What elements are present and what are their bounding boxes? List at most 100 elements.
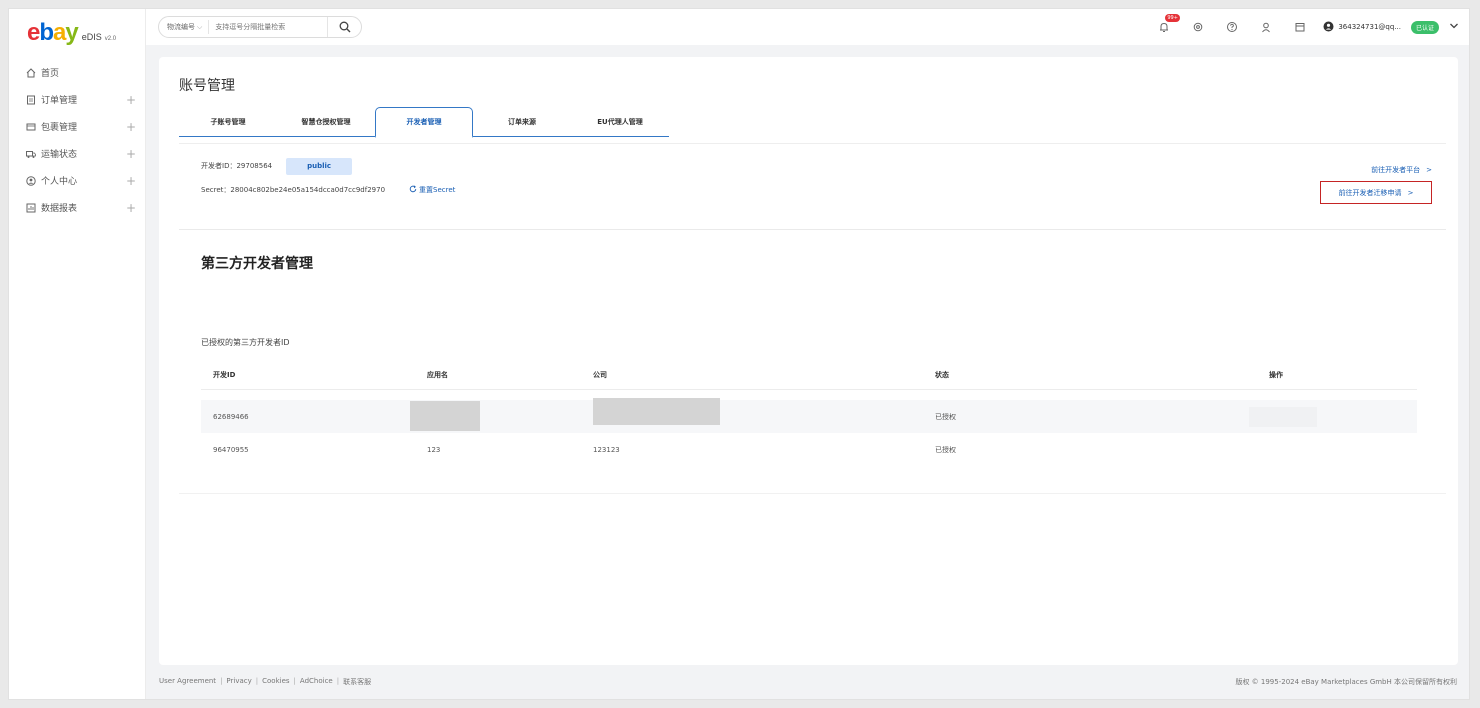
- sidebar-item-label: 数据报表: [41, 204, 78, 214]
- app-frame: ebay eDIS v2.0 首页 订单管理 + 包裹管理 + 运输状态 + 个…: [8, 8, 1470, 700]
- sidebar-item-packages[interactable]: 包裹管理 +: [9, 113, 146, 140]
- section-divider: [179, 229, 1446, 230]
- search-icon[interactable]: [327, 17, 361, 37]
- table-row: 62689466 已授权: [201, 398, 1417, 433]
- sidebar-item-profile[interactable]: 个人中心 +: [9, 167, 146, 194]
- reset-secret-button[interactable]: 重置Secret: [409, 185, 455, 195]
- home-icon: [25, 67, 37, 79]
- footer-separator: |: [336, 677, 340, 685]
- cell-id: 96470955: [213, 445, 249, 454]
- chevron-right-icon: >: [1407, 188, 1414, 197]
- truck-icon: [25, 148, 37, 160]
- top-actions: 99+ 364324731@qq... 已认证: [1147, 14, 1459, 38]
- column-header-action: 操作: [1269, 370, 1283, 379]
- search-type-select[interactable]: 物流编号 ⌵: [159, 20, 210, 34]
- footer-link-cookies[interactable]: Cookies: [262, 677, 289, 687]
- chevron-down-icon[interactable]: [1449, 21, 1459, 33]
- footer-separator: |: [293, 677, 296, 685]
- sidebar-item-home[interactable]: 首页: [9, 59, 146, 86]
- settings-icon[interactable]: [1181, 16, 1215, 38]
- footer-separator: |: [255, 677, 259, 685]
- verified-badge: 已认证: [1410, 20, 1439, 34]
- expand-icon[interactable]: +: [126, 93, 136, 107]
- user-name: 364324731@qq...: [1338, 23, 1401, 31]
- cell-id: 62689466: [213, 412, 249, 421]
- developer-id-value: 29708564: [236, 162, 273, 170]
- sidebar-item-label: 个人中心: [41, 177, 78, 187]
- notification-badge: 99+: [1165, 14, 1180, 22]
- cell-action: [1249, 400, 1417, 433]
- table-row: 96470955 123 123123 已授权: [201, 433, 1417, 466]
- cell-status: 已授权: [935, 412, 956, 421]
- sidebar-item-label: 运输状态: [41, 150, 78, 160]
- developer-info: 开发者ID： 29708564 public Secret： 28004c802…: [201, 157, 455, 199]
- content-card: 账号管理 子账号管理 智慧仓授权管理 开发者管理 订单来源 EU代理人管理 开发…: [159, 57, 1458, 665]
- search-bar: 物流编号 ⌵: [158, 16, 362, 38]
- footer-link-contact[interactable]: 联系客服: [343, 677, 371, 687]
- footer-links: User Agreement | Privacy | Cookies | AdC…: [159, 677, 371, 687]
- page-title: 账号管理: [179, 78, 235, 94]
- sidebar: ebay eDIS v2.0 首页 订单管理 + 包裹管理 + 运输状态 + 个…: [9, 9, 146, 699]
- footer-link-privacy[interactable]: Privacy: [226, 677, 251, 687]
- order-icon: [25, 94, 37, 106]
- redacted-block: [410, 401, 480, 431]
- tab-sub-accounts[interactable]: 子账号管理: [179, 107, 277, 137]
- brand-name: eDIS: [81, 32, 102, 42]
- version-label: v2.0: [104, 36, 117, 42]
- search-input[interactable]: [209, 23, 327, 31]
- action-placeholder[interactable]: [1249, 406, 1317, 427]
- expand-icon[interactable]: +: [126, 147, 136, 161]
- ebay-logo[interactable]: ebay eDIS v2.0: [27, 19, 116, 47]
- notification-bell-icon[interactable]: 99+: [1147, 14, 1181, 38]
- cell-app: 123: [427, 445, 441, 454]
- column-header-app: 应用名: [427, 370, 448, 379]
- footer-link-adchoice[interactable]: AdChoice: [300, 677, 333, 687]
- expand-icon[interactable]: +: [126, 201, 136, 215]
- column-header-status: 状态: [935, 370, 949, 379]
- user-avatar-icon: [1323, 21, 1334, 34]
- table-header: 开发ID 应用名 公司 状态 操作: [201, 360, 1417, 390]
- customer-service-icon[interactable]: [1249, 16, 1283, 38]
- authorized-developers-table: 开发ID 应用名 公司 状态 操作 62689466 已授权 96470955 …: [201, 360, 1417, 466]
- help-icon[interactable]: [1215, 16, 1249, 38]
- user-menu[interactable]: 364324731@qq... 已认证: [1323, 20, 1459, 34]
- sidebar-item-shipping[interactable]: 运输状态 +: [9, 140, 146, 167]
- reset-secret-label: 重置Secret: [419, 186, 456, 194]
- tab-order-source[interactable]: 订单来源: [473, 107, 571, 137]
- link-label: 前往开发者迁移申请: [1338, 188, 1402, 197]
- developer-id-label: 开发者ID：: [201, 162, 237, 170]
- expand-icon[interactable]: +: [126, 120, 136, 134]
- developer-platform-link[interactable]: 前往开发者平台 >: [1371, 165, 1432, 175]
- sidebar-item-label: 首页: [41, 69, 60, 79]
- sidebar-item-reports[interactable]: 数据报表 +: [9, 194, 146, 221]
- sidebar-item-orders[interactable]: 订单管理 +: [9, 86, 146, 113]
- copyright: 版权 © 1995-2024 eBay Marketplaces GmbH 本公…: [1235, 678, 1457, 686]
- cell-company: 123123: [593, 445, 620, 454]
- redacted-block: [593, 398, 720, 425]
- footer-separator: |: [220, 677, 223, 685]
- cell-app: [410, 400, 593, 433]
- expand-icon[interactable]: +: [126, 174, 136, 188]
- user-circle-icon: [25, 175, 37, 187]
- calendar-icon[interactable]: [1283, 16, 1317, 38]
- table-caption: 已授权的第三方开发者ID: [201, 338, 290, 347]
- cell-status: 已授权: [935, 445, 956, 454]
- sidebar-item-label: 订单管理: [41, 96, 78, 106]
- column-header-id: 开发ID: [213, 370, 236, 379]
- table-bottom-border: [179, 493, 1446, 494]
- tab-developer-management[interactable]: 开发者管理: [375, 107, 473, 138]
- sidebar-item-label: 包裹管理: [41, 123, 78, 133]
- package-icon: [25, 121, 37, 133]
- secret-value: 28004c802be24e05a154dcca0d7cc9df2970: [230, 186, 386, 194]
- refresh-icon: [409, 185, 417, 195]
- footer-link-user-agreement[interactable]: User Agreement: [159, 677, 216, 687]
- tab-smart-warehouse[interactable]: 智慧仓授权管理: [277, 107, 375, 137]
- chevron-down-icon: ⌵: [197, 22, 203, 31]
- tab-eu-agent[interactable]: EU代理人管理: [571, 107, 669, 137]
- search-type-value: 物流编号: [167, 23, 195, 31]
- link-label: 前往开发者平台: [1371, 166, 1421, 174]
- tab-bar: 子账号管理 智慧仓授权管理 开发者管理 订单来源 EU代理人管理: [179, 107, 669, 138]
- secret-label: Secret：: [201, 186, 231, 194]
- developer-migration-link[interactable]: 前往开发者迁移申请 >: [1320, 181, 1432, 204]
- section-title: 第三方开发者管理: [201, 256, 313, 272]
